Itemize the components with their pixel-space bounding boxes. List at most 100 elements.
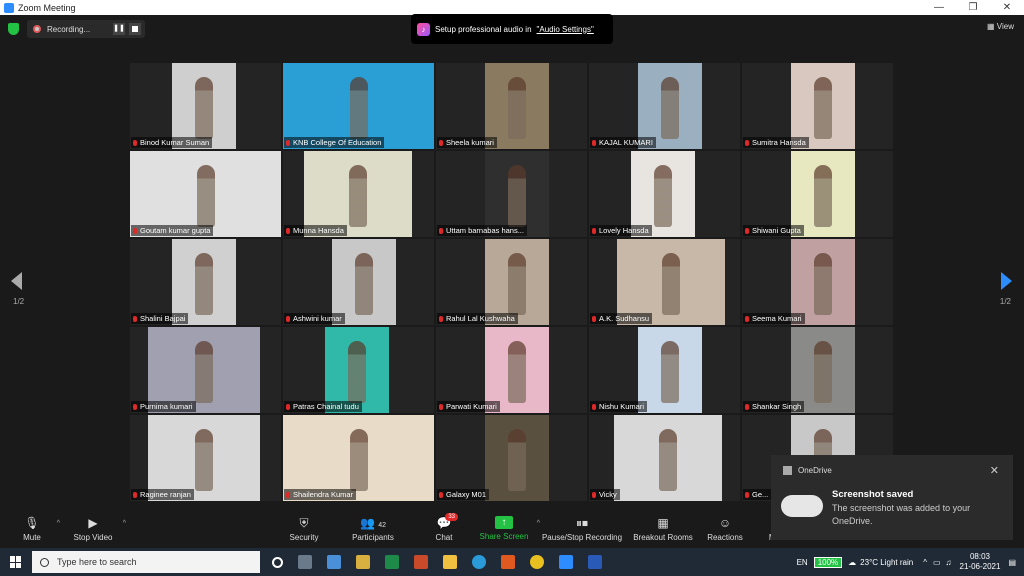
participants-button[interactable]: 👥 42 Participants — [348, 512, 398, 548]
muted-mic-icon — [592, 228, 596, 234]
participant-tile[interactable]: Munna Hansda — [283, 151, 434, 237]
security-button[interactable]: ⛨ Security — [286, 512, 322, 548]
battery-indicator[interactable]: 100% — [813, 556, 843, 568]
participant-figure — [195, 429, 213, 491]
participant-tile[interactable]: Parwati Kumari — [436, 327, 587, 413]
search-placeholder: Type here to search — [57, 557, 137, 567]
pause-stop-recording-button[interactable]: ⏸⏹ Pause/Stop Recording — [540, 512, 624, 548]
breakout-rooms-button[interactable]: ▦ Breakout Rooms — [632, 512, 694, 548]
participant-tile[interactable]: Vicky — [589, 415, 740, 501]
next-page-icon[interactable] — [1001, 272, 1012, 290]
participant-tile[interactable]: Rahul Lal Kushwaha — [436, 239, 587, 325]
language-indicator[interactable]: EN — [797, 558, 808, 567]
participant-name: Parwati Kumari — [437, 401, 500, 412]
weather-text[interactable]: 23°C Light rain — [860, 558, 913, 567]
muted-mic-icon — [286, 404, 290, 410]
muted-mic-icon — [286, 492, 290, 498]
participant-tile[interactable]: Purnima kumari — [130, 327, 281, 413]
reactions-button[interactable]: ☺ Reactions — [706, 512, 744, 548]
participant-name: Goutam kumar gupta — [131, 225, 214, 236]
participant-figure — [654, 165, 672, 227]
participant-tile[interactable]: Shankar Singh — [742, 327, 893, 413]
mute-button[interactable]: 🎙 Mute ^ — [14, 512, 60, 548]
maximize-button[interactable]: ❐ — [956, 0, 990, 15]
muted-mic-icon — [439, 316, 443, 322]
minimize-button[interactable]: — — [922, 0, 956, 15]
pause-recording-icon[interactable]: ❚❚ — [113, 23, 125, 35]
participant-name: Munna Hansda — [284, 225, 347, 236]
muted-mic-icon — [439, 492, 443, 498]
notifications-icon[interactable]: ▤ — [1008, 558, 1016, 567]
windows-start-icon[interactable] — [10, 556, 22, 568]
participant-tile[interactable]: A.K. Sudhansu — [589, 239, 740, 325]
audio-settings-link[interactable]: "Audio Settings" — [537, 25, 594, 34]
notification-body: The screenshot was added to your OneDriv… — [832, 503, 971, 526]
participant-tile[interactable]: Ashwini kumar — [283, 239, 434, 325]
participant-name: Uttam barnabas hans... — [437, 225, 527, 236]
volume-icon[interactable]: ♫ — [946, 558, 952, 567]
clock-date: 21-06-2021 — [959, 562, 1001, 571]
participant-tile[interactable]: Shailendra Kumar — [283, 415, 434, 501]
word-icon[interactable] — [588, 555, 602, 569]
cortana-icon[interactable] — [272, 556, 283, 568]
stop-video-button[interactable]: ▶ Stop Video ^ — [70, 512, 127, 548]
participant-name: Ashwini kumar — [284, 313, 345, 324]
chrome-icon[interactable] — [530, 555, 544, 569]
muted-mic-icon — [745, 404, 749, 410]
muted-mic-icon — [439, 404, 443, 410]
previous-page-icon[interactable] — [11, 272, 22, 290]
app-icon-1[interactable] — [327, 555, 341, 569]
notification-header: OneDrive — [783, 466, 832, 475]
muted-mic-icon — [286, 140, 290, 146]
participant-name: KNB College Of Education — [284, 137, 385, 148]
participant-figure — [814, 341, 832, 403]
excel-icon[interactable] — [385, 555, 399, 569]
participant-figure — [195, 341, 213, 403]
notification-app-name: OneDrive — [798, 466, 832, 475]
windows-taskbar: Type here to search EN 100% ☁ 23°C Light… — [0, 548, 1024, 576]
participant-tile[interactable]: KAJAL KUMARI — [589, 63, 740, 149]
participant-tile[interactable]: Galaxy M01 — [436, 415, 587, 501]
participant-tile[interactable]: Sumitra Hansda — [742, 63, 893, 149]
participant-tile[interactable]: Binod Kumar Suman — [130, 63, 281, 149]
zoom-taskbar-icon[interactable] — [559, 555, 573, 569]
participant-tile[interactable]: Shiwani Gupta — [742, 151, 893, 237]
participant-tile[interactable]: Nishu Kumari — [589, 327, 740, 413]
participant-tile[interactable]: Lovely Hansda — [589, 151, 740, 237]
participant-figure — [661, 77, 679, 139]
edge-icon[interactable] — [472, 555, 486, 569]
participant-name: Purnima kumari — [131, 401, 196, 412]
powerpoint-icon[interactable] — [414, 555, 428, 569]
chevron-up-icon[interactable]: ^ — [123, 520, 126, 527]
participant-tile[interactable]: Seema Kumari — [742, 239, 893, 325]
notification-title: Screenshot saved — [832, 489, 914, 500]
zoom-logo-icon — [4, 2, 14, 13]
taskbar-clock[interactable]: 08:03 21-06-2021 — [960, 552, 1001, 572]
store-icon[interactable] — [356, 555, 370, 569]
participant-tile[interactable]: Uttam barnabas hans... — [436, 151, 587, 237]
chat-button[interactable]: 💬 33 Chat — [430, 512, 458, 548]
stop-recording-icon[interactable] — [129, 23, 141, 35]
participant-tile[interactable]: Patras Chainal tudu — [283, 327, 434, 413]
file-explorer-icon[interactable] — [443, 555, 457, 569]
participant-figure — [814, 77, 832, 139]
network-icon[interactable]: ▭ — [933, 558, 941, 567]
pause-stop-recording-label: Pause/Stop Recording — [541, 533, 623, 542]
view-button[interactable]: ▦ View — [987, 22, 1014, 31]
task-view-icon[interactable] — [298, 555, 312, 569]
encryption-shield-icon[interactable] — [8, 23, 19, 35]
participant-tile[interactable]: Sheela kumari — [436, 63, 587, 149]
participant-tile[interactable]: KNB College Of Education — [283, 63, 434, 149]
participant-tile[interactable]: Raginee ranjan — [130, 415, 281, 501]
clock-time: 08:03 — [969, 552, 990, 561]
taskbar-search-box[interactable]: Type here to search — [32, 551, 260, 573]
share-screen-button[interactable]: ↑ Share Screen ^ — [478, 512, 540, 548]
close-button[interactable]: ✕ — [990, 0, 1024, 15]
participant-tile[interactable]: Shalini Bajpai — [130, 239, 281, 325]
close-notification-icon[interactable]: ✕ — [990, 464, 999, 477]
onedrive-notification[interactable]: OneDrive ✕ Screenshot saved The screensh… — [771, 455, 1013, 540]
tray-chevron-icon[interactable]: ^ — [923, 558, 927, 567]
chevron-up-icon[interactable]: ^ — [57, 520, 60, 527]
participant-tile[interactable]: Goutam kumar gupta — [130, 151, 281, 237]
office-icon[interactable] — [501, 555, 515, 569]
